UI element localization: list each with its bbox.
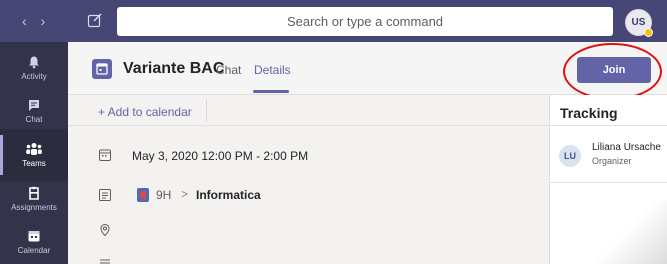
assignments-icon xyxy=(29,186,39,200)
history-navigation: ‹› xyxy=(22,13,59,29)
user-avatar[interactable]: US xyxy=(625,9,653,37)
tab-details[interactable]: Details xyxy=(254,63,291,77)
search-placeholder: Search or type a command xyxy=(286,14,444,29)
description-icon xyxy=(100,259,110,264)
divider xyxy=(68,125,549,126)
calendar-icon xyxy=(28,231,40,242)
location-icon xyxy=(100,223,110,237)
title-bar: ‹› Search or type a command US xyxy=(0,0,667,42)
attendee-role: Organizer xyxy=(592,156,632,166)
tab-chat[interactable]: Chat xyxy=(216,63,241,77)
chevron-left-icon[interactable]: ‹ xyxy=(22,13,41,29)
teams-icon xyxy=(26,143,42,155)
bell-icon xyxy=(29,56,39,69)
channel-list-icon xyxy=(99,189,111,201)
compose-icon[interactable] xyxy=(87,12,103,28)
active-tab-indicator xyxy=(253,90,289,93)
rail-item-label: Teams xyxy=(22,159,46,168)
chat-icon xyxy=(29,100,39,111)
channel-team[interactable]: 9H xyxy=(156,188,171,202)
calendar-icon xyxy=(99,149,111,161)
attendee-name[interactable]: Liliana Ursache xyxy=(592,142,661,153)
divider xyxy=(550,182,667,183)
meeting-header: Variante BAC Chat Details Join xyxy=(68,42,667,100)
search-input[interactable]: Search or type a command xyxy=(117,7,613,36)
avatar[interactable]: LU xyxy=(559,145,581,167)
avatar-initials: US xyxy=(631,17,646,28)
tracking-title: Tracking xyxy=(560,105,618,121)
meeting-datetime: May 3, 2020 12:00 PM - 2:00 PM xyxy=(132,149,309,163)
rail-item-label: Calendar xyxy=(17,246,51,255)
avatar-initials: LU xyxy=(564,151,576,161)
divider xyxy=(206,100,207,122)
meeting-icon xyxy=(92,59,112,79)
page-title: Variante BAC xyxy=(123,60,225,77)
rail-item-label: Assignments xyxy=(11,203,57,212)
annotation-circle xyxy=(563,43,662,100)
rail-item-label: Activity xyxy=(21,72,47,81)
add-to-calendar-label: + Add to calendar xyxy=(98,105,192,119)
chevron-right-icon[interactable]: › xyxy=(41,13,60,29)
rail-item-label: Chat xyxy=(25,115,43,124)
rail-item-calendar[interactable]: Calendar xyxy=(0,216,68,264)
divider xyxy=(550,125,667,126)
channel-name[interactable]: Informatica xyxy=(196,188,261,202)
breadcrumb-separator: > xyxy=(181,187,189,201)
add-to-calendar-button[interactable]: + Add to calendar xyxy=(98,105,192,119)
page-curl-shadow xyxy=(580,200,667,264)
meeting-details: + Add to calendar May 3, 2020 12:00 PM -… xyxy=(68,95,549,264)
presence-status-icon xyxy=(644,28,653,37)
app-rail: Activity Chat Teams Assignments Calendar xyxy=(0,42,68,264)
team-avatar-icon xyxy=(137,188,149,202)
